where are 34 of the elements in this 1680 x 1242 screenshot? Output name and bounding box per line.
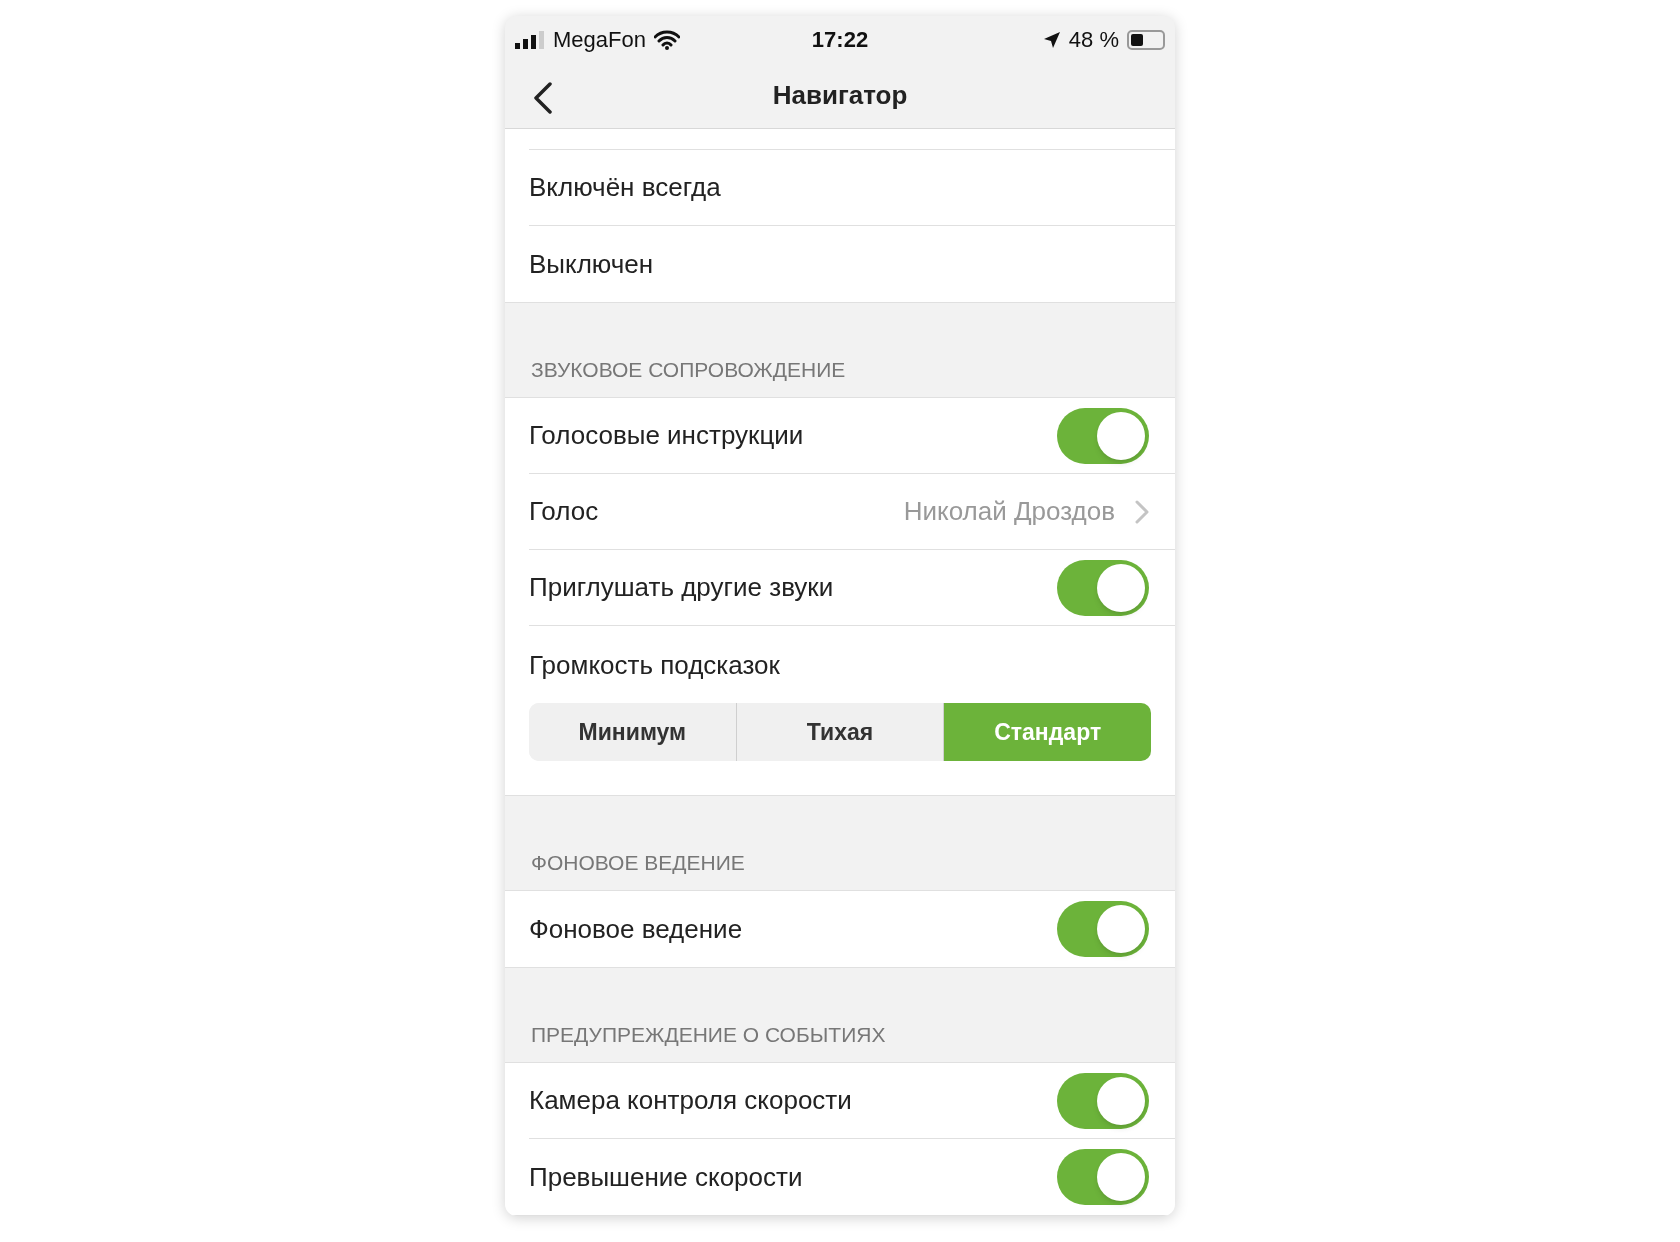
- battery-icon: [1127, 29, 1165, 50]
- location-arrow-icon: [1042, 30, 1061, 49]
- toggle-switch[interactable]: [1057, 559, 1149, 616]
- row-label: Выключен: [529, 247, 655, 281]
- row-label: Громкость подсказок: [529, 649, 781, 682]
- settings-row[interactable]: Включён всегда: [529, 150, 1175, 226]
- battery-percent: 48 %: [1068, 26, 1119, 55]
- toggle-switch[interactable]: [1057, 1149, 1149, 1205]
- settings-row[interactable]: Голос Николай Дроздов: [529, 474, 1175, 550]
- signal-icon: [515, 30, 545, 49]
- row-label: Голосовые инструкции: [529, 419, 805, 452]
- toggle-switch[interactable]: [1057, 901, 1149, 957]
- section-header: ФОНОВОЕ ВЕДЕНИЕ: [531, 849, 745, 876]
- carrier-name: MegaFon: [553, 26, 646, 55]
- row-label: Фоновое ведение: [529, 912, 744, 946]
- settings-row[interactable]: Голосовые инструкции: [529, 398, 1175, 474]
- toggle-switch[interactable]: [1057, 407, 1149, 464]
- row-label: Голос: [529, 495, 600, 528]
- toggle-switch[interactable]: [1057, 1072, 1149, 1129]
- chevron-right-icon: [1135, 499, 1149, 524]
- row-label: Приглушать другие звуки: [529, 571, 835, 604]
- row-label: Камера контроля скорости: [529, 1084, 853, 1117]
- clock: 17:22: [811, 26, 869, 55]
- row-label: Превышение скорости: [529, 1160, 804, 1194]
- section-header: ЗВУКОВОЕ СОПРОВОЖДЕНИЕ: [531, 356, 846, 383]
- row-value: Николай Дроздов: [903, 495, 1115, 528]
- section-header: ПРЕДУПРЕЖДЕНИЕ О СОБЫТИЯХ: [531, 1021, 886, 1048]
- wifi-icon: [653, 29, 680, 50]
- settings-row[interactable]: Превышение скорости: [529, 1139, 1175, 1215]
- settings-row[interactable]: Выключен: [529, 226, 1175, 302]
- settings-row[interactable]: Приглушать другие звуки: [529, 550, 1175, 626]
- screen-title: Навигатор: [772, 79, 908, 113]
- settings-row[interactable]: Камера контроля скорости: [529, 1063, 1175, 1139]
- row-label: Включён всегда: [529, 171, 722, 204]
